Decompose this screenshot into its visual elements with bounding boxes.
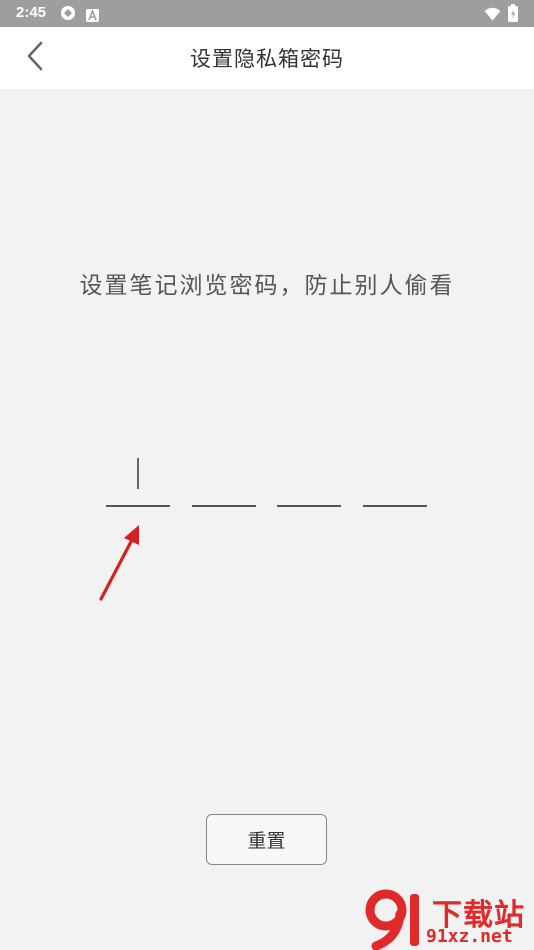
screen: 2:45 设置隐私箱密码 设置笔记浏览密码，防止别人偷看 重置 下载站 91xz… xyxy=(0,0,534,950)
wifi-icon xyxy=(484,6,501,25)
pin-underline xyxy=(277,505,341,507)
pin-underline xyxy=(192,505,256,507)
status-time: 2:45 xyxy=(16,4,47,21)
password-prompt: 设置笔记浏览密码，防止别人偷看 xyxy=(79,273,455,299)
watermark: 下载站 91xz.net xyxy=(362,886,534,950)
pin-slot-3[interactable] xyxy=(277,450,341,507)
battery-icon xyxy=(508,4,518,26)
reset-button[interactable]: 重置 xyxy=(206,814,327,865)
page-title: 设置隐私箱密码 xyxy=(190,47,344,71)
watermark-logo-icon xyxy=(365,889,419,950)
annotation-arrow-icon xyxy=(99,525,139,601)
status-bar: 2:45 xyxy=(0,0,534,27)
pin-underline xyxy=(106,505,170,507)
header-bar: 设置隐私箱密码 xyxy=(0,27,534,89)
text-cursor xyxy=(137,458,139,489)
pin-slot-2[interactable] xyxy=(192,450,256,507)
pin-underline xyxy=(363,505,427,507)
sync-icon xyxy=(60,5,76,25)
notification-a-icon xyxy=(86,7,99,26)
pin-slot-1[interactable] xyxy=(106,450,170,507)
watermark-bottom-text: 91xz.net xyxy=(426,926,513,947)
pin-slot-4[interactable] xyxy=(363,450,427,507)
